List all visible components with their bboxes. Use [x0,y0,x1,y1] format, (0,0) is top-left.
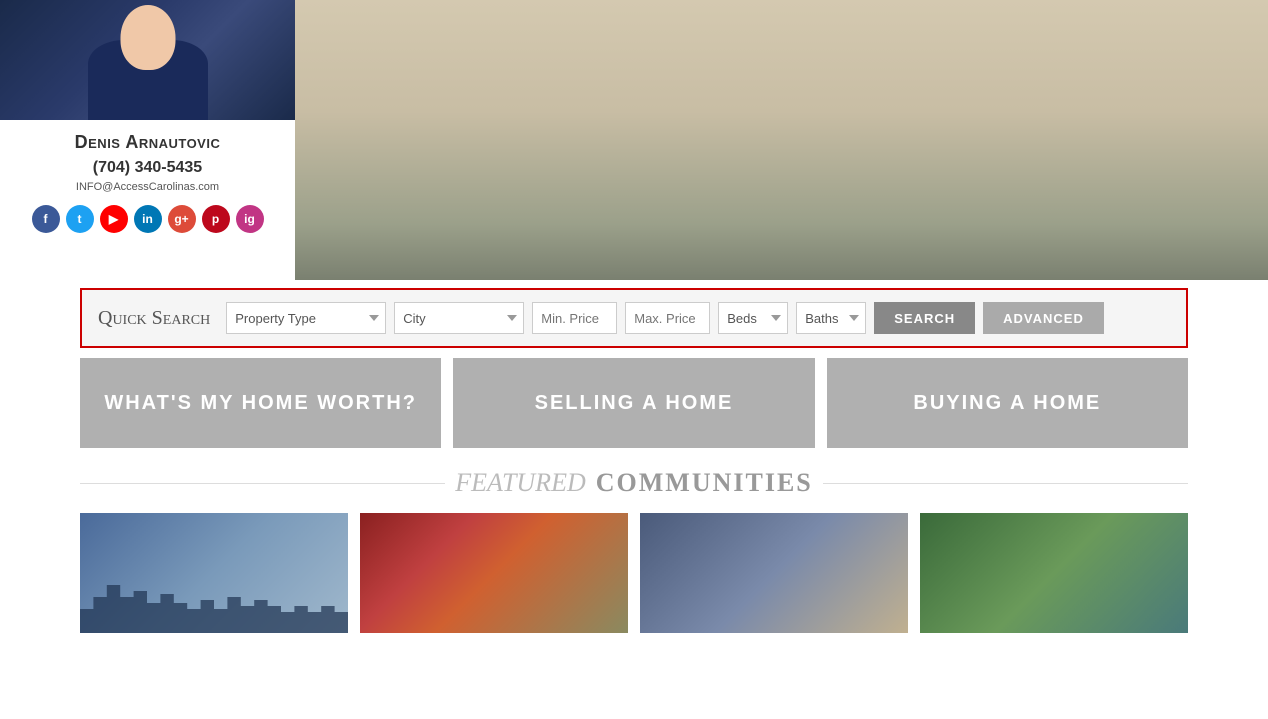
quick-search-label: Quick Search [98,307,210,330]
agent-photo [0,0,295,120]
title-divider-right [823,483,1188,484]
google-icon[interactable]: g+ [168,205,196,233]
community-card-2[interactable] [360,513,628,633]
property-type-select[interactable]: Property Type Single Family Condo Townho… [226,302,386,334]
selling-button[interactable]: SELLING A HOME [453,358,814,448]
beds-select[interactable]: Beds 1+ 2+ 3+ 4+ 5+ [718,302,788,334]
community-card-4[interactable] [920,513,1188,633]
buying-button[interactable]: BUYING A HOME [827,358,1188,448]
agent-head [120,5,175,70]
quick-search-bar: Quick Search Property Type Single Family… [80,288,1188,348]
agent-card: Denis Arnautovic (704) 340-5435 INFO@Acc… [0,0,295,280]
social-icons-bar: f t ▶ in g+ p ig [15,205,280,233]
hero-house-image [295,0,1268,280]
linkedin-icon[interactable]: in [134,205,162,233]
max-price-input[interactable] [625,302,710,334]
city-select[interactable]: City Charlotte Raleigh Durham [394,302,524,334]
agent-info: Denis Arnautovic (704) 340-5435 INFO@Acc… [0,120,295,245]
community-card-3[interactable] [640,513,908,633]
community-card-1[interactable] [80,513,348,633]
featured-title-light: FEATURED [455,468,585,498]
title-divider-left [80,483,445,484]
home-worth-button[interactable]: WHAT'S MY HOME WORTH? [80,358,441,448]
min-price-input[interactable] [532,302,617,334]
facebook-icon[interactable]: f [32,205,60,233]
search-button[interactable]: SEARCH [874,302,975,334]
agent-email[interactable]: INFO@AccessCarolinas.com [15,181,280,193]
featured-title: FEATURED COMMUNITIES [80,468,1188,498]
instagram-icon[interactable]: ig [236,205,264,233]
featured-title-bold: COMMUNITIES [596,468,813,498]
featured-communities-section: FEATURED COMMUNITIES [80,468,1188,633]
agent-name: Denis Arnautovic [15,132,280,153]
pinterest-icon[interactable]: p [202,205,230,233]
agent-phone[interactable]: (704) 340-5435 [15,159,280,177]
community-grid [80,513,1188,633]
twitter-icon[interactable]: t [66,205,94,233]
action-buttons-row: WHAT'S MY HOME WORTH? SELLING A HOME BUY… [80,358,1188,448]
advanced-button[interactable]: ADVANCED [983,302,1104,334]
youtube-icon[interactable]: ▶ [100,205,128,233]
hero-section: Denis Arnautovic (704) 340-5435 INFO@Acc… [0,0,1268,280]
baths-select[interactable]: Baths 1+ 2+ 3+ 4+ [796,302,866,334]
